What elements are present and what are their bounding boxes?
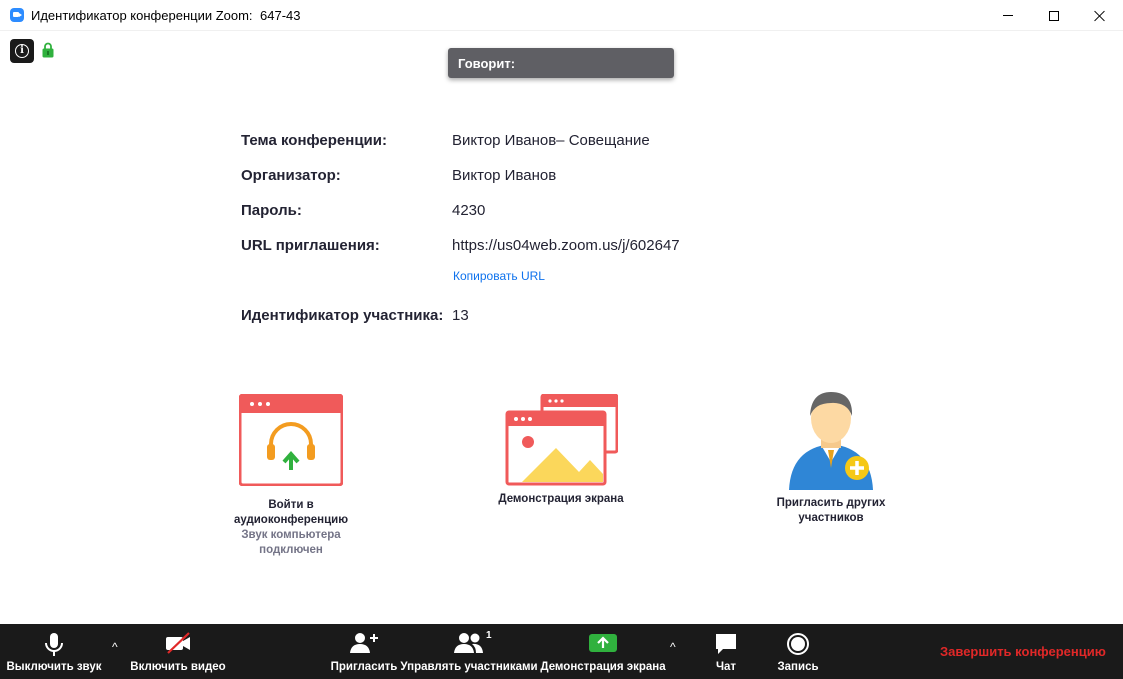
share-screen-tile[interactable]: Демонстрация экрана [486,394,636,507]
participants-count-badge: 1 [486,630,492,641]
invite-person-icon [789,392,873,490]
microphone-icon [45,633,63,656]
share-screen-label: Демонстрация экрана [498,493,624,505]
share-screen-button[interactable]: Демонстрация экрана [540,624,666,679]
host-value: Виктор Иванов [452,167,557,184]
close-button[interactable] [1077,0,1123,31]
close-icon [1094,10,1106,22]
invite-label-2: участников [798,512,864,524]
audio-options-chevron-icon[interactable]: ^ [112,640,118,654]
meeting-toolbar: Выключить звук ^ Включить видео Пригласи… [0,624,1123,679]
join-audio-label-2: аудиоконференцию [233,514,349,526]
password-value: 4230 [452,202,486,219]
title-bar: Идентификатор конференции Zoom: 647-43 [0,0,1123,31]
password-label: Пароль: [241,202,302,219]
manage-participants-button[interactable]: 1 Управлять участниками [400,624,538,679]
chat-button[interactable]: Чат [696,624,756,679]
minimize-button[interactable] [985,0,1031,31]
participants-label: Управлять участниками [400,661,538,673]
video-off-icon [166,632,190,654]
speaking-indicator: Говорит: [448,48,674,78]
video-label: Включить видео [130,661,226,673]
audio-status-1: Звук компьютера [241,529,341,541]
participant-id-label: Идентификатор участника: [241,307,444,324]
screen-share-icon [505,394,618,486]
invite-button[interactable]: Пригласить [330,624,398,679]
audio-status-2: подключен [259,544,323,556]
share-screen-toolbar-label: Демонстрация экрана [540,661,666,673]
invite-label: Пригласить [330,661,398,673]
invite-label-1: Пригласить других [776,497,886,509]
chat-icon [716,634,736,654]
url-label: URL приглашения: [241,237,380,254]
share-options-chevron-icon[interactable]: ^ [670,640,676,654]
meeting-id: 647-43 [260,8,301,23]
copy-url-link[interactable]: Копировать URL [453,269,545,283]
info-icon: i [15,44,29,58]
headphones-icon [239,394,343,486]
maximize-icon [1049,10,1059,21]
participant-id-value: 13 [452,307,469,324]
topic-label: Тема конференции: [241,132,387,149]
join-audio-label-1: Войти в [268,499,314,511]
mute-label: Выключить звук [6,661,102,673]
window-title: Идентификатор конференции Zoom: [31,8,253,23]
lock-icon[interactable] [42,42,54,58]
minimize-icon [1003,15,1013,16]
host-label: Организатор: [241,167,341,184]
add-person-icon [350,633,378,653]
share-arrow-icon [589,634,617,652]
invite-tile[interactable]: Пригласить других участников [756,388,906,526]
mute-button[interactable]: Выключить звук [2,624,106,679]
topic-value: Виктор Иванов– Совещание [452,132,650,149]
participants-icon [454,633,483,653]
chat-label: Чат [715,661,737,673]
zoom-app-icon [10,8,24,22]
record-button[interactable]: Запись [766,624,830,679]
record-label: Запись [777,661,819,673]
join-audio-tile[interactable]: Войти в аудиоконференцию Звук компьютера… [216,394,366,558]
record-icon [787,633,809,655]
invite-url-value: https://us04web.zoom.us/j/602647 [452,237,680,254]
meeting-info-button[interactable]: i [10,39,34,63]
start-video-button[interactable]: Включить видео [130,624,226,679]
maximize-button[interactable] [1031,0,1077,31]
end-meeting-button[interactable]: Завершить конференцию [940,644,1106,659]
